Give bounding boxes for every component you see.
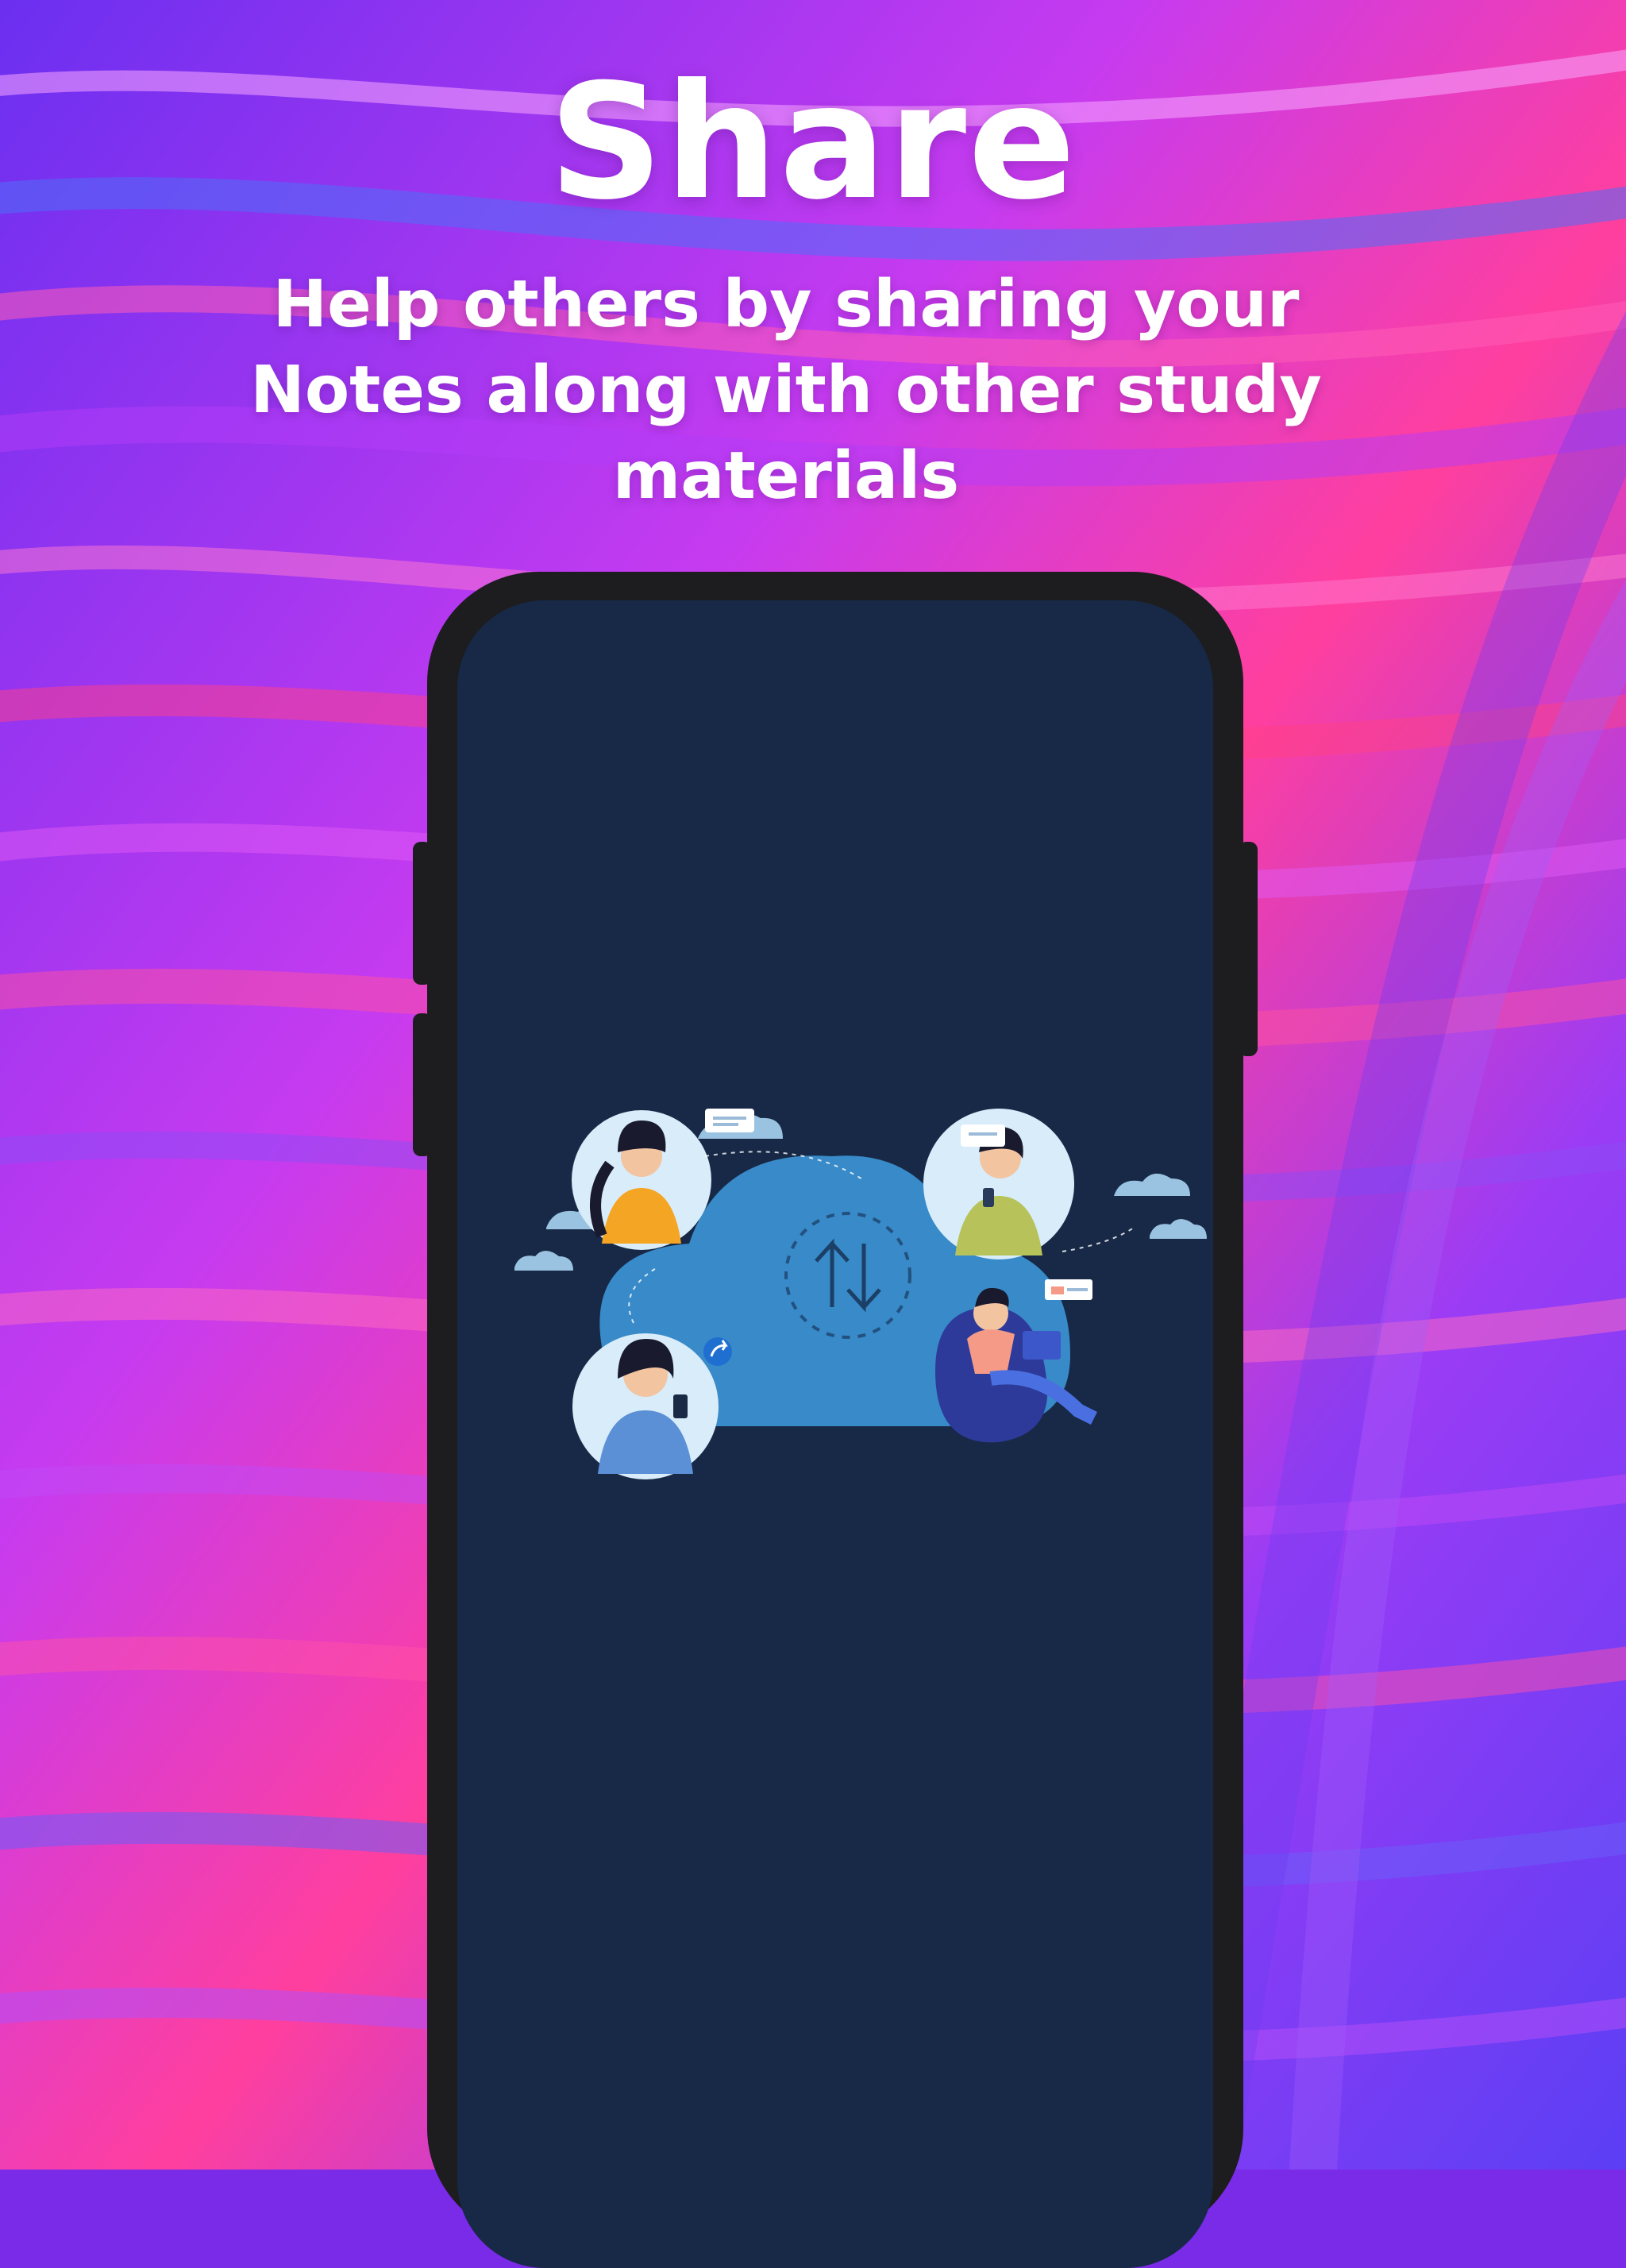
person-with-phone-icon-3 — [572, 1333, 719, 1479]
subtitle-line-3: materials — [612, 438, 960, 514]
subtitle: Help others by sharing your Notes along … — [206, 262, 1366, 519]
headline: Share — [549, 50, 1077, 235]
share-icon — [703, 1337, 732, 1366]
chat-bubble-icon — [705, 1109, 754, 1132]
subtitle-line-1: Help others by sharing your — [272, 267, 1300, 342]
phone-mockup — [413, 572, 1258, 2268]
phone-side-button-right — [1239, 842, 1258, 1056]
phone-side-button-left-2 — [413, 1013, 432, 1156]
phone-screen — [457, 600, 1213, 2268]
person-with-phone-icon — [572, 1110, 711, 1250]
chat-bubble-icon-2 — [961, 1124, 1005, 1147]
cloud-sharing-illustration — [514, 1109, 1207, 1479]
chat-bubble-icon-3 — [1045, 1279, 1092, 1300]
subtitle-line-2: Notes along with other study — [250, 353, 1322, 428]
phone-side-button-left-1 — [413, 842, 432, 985]
